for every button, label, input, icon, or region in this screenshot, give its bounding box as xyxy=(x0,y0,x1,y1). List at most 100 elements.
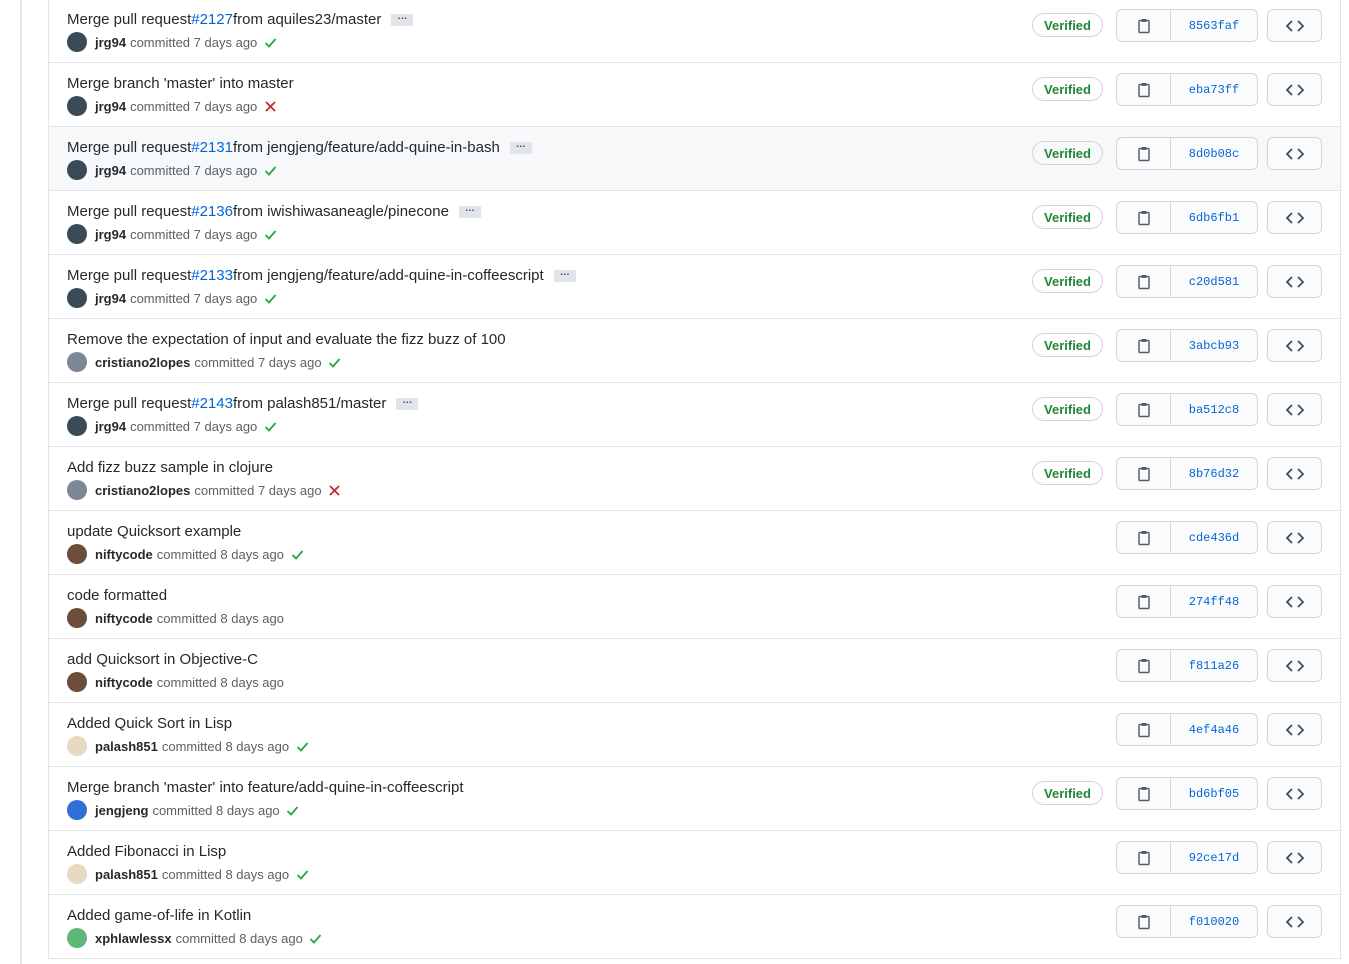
copy-sha-button[interactable] xyxy=(1117,202,1171,233)
expand-message-button[interactable]: … xyxy=(458,204,481,218)
status-icon[interactable] xyxy=(286,803,300,817)
commit-sha-link[interactable]: 8563faf xyxy=(1171,10,1257,41)
author-link[interactable]: palash851 xyxy=(95,867,158,882)
browse-repository-button[interactable] xyxy=(1267,265,1322,298)
verified-badge[interactable]: Verified xyxy=(1032,141,1103,165)
author-link[interactable]: jrg94 xyxy=(95,419,126,434)
copy-sha-button[interactable] xyxy=(1117,586,1171,617)
avatar[interactable] xyxy=(67,352,87,372)
copy-sha-button[interactable] xyxy=(1117,906,1171,937)
browse-repository-button[interactable] xyxy=(1267,73,1322,106)
commit-sha-link[interactable]: 92ce17d xyxy=(1171,842,1257,873)
avatar[interactable] xyxy=(67,96,87,116)
commit-sha-link[interactable]: f010020 xyxy=(1171,906,1257,937)
commit-time[interactable]: 7 days ago xyxy=(194,35,258,50)
commit-time[interactable]: 8 days ago xyxy=(220,547,284,562)
commit-time[interactable]: 7 days ago xyxy=(194,227,258,242)
verified-badge[interactable]: Verified xyxy=(1032,461,1103,485)
status-icon[interactable] xyxy=(309,931,323,945)
author-link[interactable]: jrg94 xyxy=(95,227,126,242)
author-link[interactable]: jengjeng xyxy=(95,803,148,818)
commit-title[interactable]: Merge pull request #2131 from jengjeng/f… xyxy=(67,138,532,158)
copy-sha-button[interactable] xyxy=(1117,842,1171,873)
commit-title[interactable]: Merge pull request #2133 from jengjeng/f… xyxy=(67,266,576,286)
browse-repository-button[interactable] xyxy=(1267,393,1322,426)
status-icon[interactable] xyxy=(263,35,277,49)
browse-repository-button[interactable] xyxy=(1267,137,1322,170)
commit-title-prefix[interactable]: code formatted xyxy=(67,586,167,606)
verified-badge[interactable]: Verified xyxy=(1032,397,1103,421)
verified-badge[interactable]: Verified xyxy=(1032,13,1103,37)
author-link[interactable]: palash851 xyxy=(95,739,158,754)
avatar[interactable] xyxy=(67,864,87,884)
browse-repository-button[interactable] xyxy=(1267,905,1322,938)
commit-time[interactable]: 7 days ago xyxy=(194,419,258,434)
commit-time[interactable]: 7 days ago xyxy=(194,291,258,306)
commit-sha-link[interactable]: 274ff48 xyxy=(1171,586,1257,617)
status-icon[interactable] xyxy=(263,99,277,113)
copy-sha-button[interactable] xyxy=(1117,330,1171,361)
commit-title-suffix[interactable]: from aquiles23/master xyxy=(233,10,381,30)
commit-sha-link[interactable]: eba73ff xyxy=(1171,74,1257,105)
commit-sha-link[interactable]: bd6bf05 xyxy=(1171,778,1257,809)
commit-title[interactable]: Added Fibonacci in Lisp xyxy=(67,842,226,862)
commit-sha-link[interactable]: f811a26 xyxy=(1171,650,1257,681)
avatar[interactable] xyxy=(67,224,87,244)
avatar[interactable] xyxy=(67,480,87,500)
author-link[interactable]: cristiano2lopes xyxy=(95,355,190,370)
copy-sha-button[interactable] xyxy=(1117,522,1171,553)
copy-sha-button[interactable] xyxy=(1117,650,1171,681)
avatar[interactable] xyxy=(67,288,87,308)
commit-time[interactable]: 7 days ago xyxy=(258,355,322,370)
avatar[interactable] xyxy=(67,32,87,52)
browse-repository-button[interactable] xyxy=(1267,329,1322,362)
browse-repository-button[interactable] xyxy=(1267,841,1322,874)
commit-time[interactable]: 8 days ago xyxy=(239,931,303,946)
commit-sha-link[interactable]: c20d581 xyxy=(1171,266,1257,297)
commit-time[interactable]: 8 days ago xyxy=(220,611,284,626)
pull-request-link[interactable]: #2136 xyxy=(191,202,233,222)
commit-title-prefix[interactable]: Merge branch 'master' into master xyxy=(67,74,294,94)
commit-title[interactable]: Remove the expectation of input and eval… xyxy=(67,330,506,350)
avatar[interactable] xyxy=(67,544,87,564)
commit-title[interactable]: Add fizz buzz sample in clojure xyxy=(67,458,273,478)
commit-time[interactable]: 8 days ago xyxy=(220,675,284,690)
author-link[interactable]: niftycode xyxy=(95,547,153,562)
commit-title[interactable]: add Quicksort in Objective-C xyxy=(67,650,258,670)
browse-repository-button[interactable] xyxy=(1267,9,1322,42)
commit-title-prefix[interactable]: Merge pull request xyxy=(67,266,191,286)
copy-sha-button[interactable] xyxy=(1117,394,1171,425)
commit-sha-link[interactable]: 8d0b08c xyxy=(1171,138,1257,169)
verified-badge[interactable]: Verified xyxy=(1032,781,1103,805)
status-icon[interactable] xyxy=(263,163,277,177)
commit-title[interactable]: Merge pull request #2127 from aquiles23/… xyxy=(67,10,414,30)
commit-title-prefix[interactable]: Merge pull request xyxy=(67,10,191,30)
browse-repository-button[interactable] xyxy=(1267,777,1322,810)
browse-repository-button[interactable] xyxy=(1267,649,1322,682)
commit-sha-link[interactable]: 6db6fb1 xyxy=(1171,202,1257,233)
commit-title-prefix[interactable]: Merge pull request xyxy=(67,138,191,158)
commit-time[interactable]: 7 days ago xyxy=(258,483,322,498)
browse-repository-button[interactable] xyxy=(1267,457,1322,490)
expand-message-button[interactable]: … xyxy=(509,140,532,154)
pull-request-link[interactable]: #2131 xyxy=(191,138,233,158)
commit-title-prefix[interactable]: update Quicksort example xyxy=(67,522,241,542)
browse-repository-button[interactable] xyxy=(1267,713,1322,746)
commit-title[interactable]: Merge branch 'master' into master xyxy=(67,74,294,94)
avatar[interactable] xyxy=(67,416,87,436)
copy-sha-button[interactable] xyxy=(1117,778,1171,809)
commit-title[interactable]: code formatted xyxy=(67,586,167,606)
commit-title-prefix[interactable]: Merge branch 'master' into feature/add-q… xyxy=(67,778,464,798)
commit-title-suffix[interactable]: from palash851/master xyxy=(233,394,386,414)
copy-sha-button[interactable] xyxy=(1117,266,1171,297)
commit-sha-link[interactable]: ba512c8 xyxy=(1171,394,1257,425)
commit-title[interactable]: Merge pull request #2143 from palash851/… xyxy=(67,394,419,414)
commit-title-suffix[interactable]: from jengjeng/feature/add-quine-in-coffe… xyxy=(233,266,544,286)
commit-title-prefix[interactable]: Merge pull request xyxy=(67,202,191,222)
author-link[interactable]: niftycode xyxy=(95,675,153,690)
status-icon[interactable] xyxy=(290,547,304,561)
commit-sha-link[interactable]: 8b76d32 xyxy=(1171,458,1257,489)
commit-title-prefix[interactable]: Add fizz buzz sample in clojure xyxy=(67,458,273,478)
author-link[interactable]: niftycode xyxy=(95,611,153,626)
browse-repository-button[interactable] xyxy=(1267,521,1322,554)
